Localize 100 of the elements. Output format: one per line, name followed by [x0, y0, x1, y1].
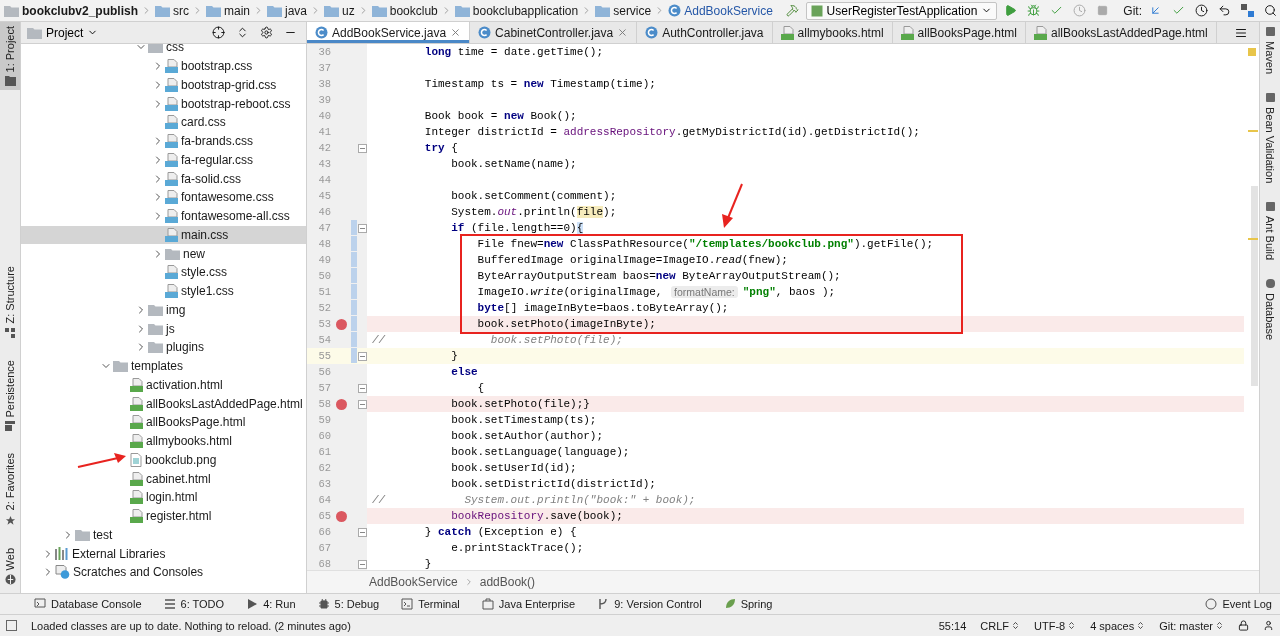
tree-item[interactable]: fontawesome-all.css [21, 206, 306, 226]
close-icon[interactable] [450, 27, 462, 38]
tool-window-tab[interactable]: Database [1264, 278, 1276, 341]
change-marker[interactable] [351, 268, 357, 283]
breadcrumb-item[interactable]: bookclub [371, 3, 438, 18]
tree-item[interactable]: allmybooks.html [21, 431, 306, 451]
tree-item[interactable]: Scratches and Consoles [21, 563, 306, 582]
tree-item[interactable]: new [21, 244, 306, 263]
breakpoint-icon[interactable] [335, 510, 347, 522]
change-marker[interactable] [351, 236, 357, 251]
tree-item[interactable]: login.html [21, 488, 306, 507]
tool-window-tab[interactable]: 1: Project [0, 22, 20, 91]
tree-item[interactable]: plugins [21, 338, 306, 357]
caret-position[interactable]: 55:14 [938, 619, 967, 632]
fold-icon[interactable] [357, 383, 367, 393]
change-marker[interactable] [351, 252, 357, 267]
tree-item[interactable]: fa-solid.css [21, 169, 306, 188]
tree-item[interactable]: fa-regular.css [21, 150, 306, 170]
tree-item[interactable]: bootstrap-grid.css [21, 75, 306, 95]
line-number: 44 [317, 174, 331, 186]
tool-window-button[interactable]: Spring [723, 598, 773, 610]
tree-item[interactable]: fontawesome.css [21, 188, 306, 207]
tree-item[interactable]: js [21, 319, 306, 338]
stylesheet-icon [165, 96, 178, 111]
line-number: 54 [317, 334, 331, 346]
fold-icon[interactable] [357, 143, 367, 153]
status-selector[interactable]: Git: master [1159, 619, 1224, 632]
code-breadcrumb[interactable]: addBook() [479, 575, 536, 589]
tree-item[interactable]: register.html [21, 506, 306, 526]
breakpoint-icon[interactable] [335, 398, 347, 410]
fold-icon[interactable] [357, 399, 367, 409]
change-marker[interactable] [351, 220, 357, 235]
tool-window-tab[interactable]: Persistence [0, 355, 20, 436]
change-marker[interactable] [351, 284, 357, 299]
tree-item[interactable]: bookclub.png [21, 450, 306, 470]
tool-window-tab[interactable]: Z: Structure [0, 262, 20, 342]
tree-item[interactable]: External Libraries [21, 544, 306, 563]
tree-item[interactable]: bootstrap-reboot.css [21, 94, 306, 113]
status-selector[interactable]: CRLF [980, 619, 1020, 632]
tree-item[interactable]: test [21, 525, 306, 545]
code-token: long [423, 46, 452, 58]
breakpoint-icon[interactable] [335, 318, 347, 330]
breadcrumb-item[interactable]: src [155, 3, 189, 18]
editor-tab[interactable]: AddBookService.java [307, 22, 471, 43]
stylesheet-icon [165, 209, 178, 224]
breadcrumb-item[interactable]: bookclubapplication [454, 3, 579, 18]
run-configuration-dropdown[interactable]: UserRegisterTestApplication [805, 1, 998, 20]
change-marker[interactable] [351, 348, 357, 363]
person-icon[interactable] [1263, 620, 1274, 631]
breadcrumb-item[interactable]: uz [324, 3, 355, 18]
project-view-dropdown[interactable]: Project [46, 25, 99, 40]
fold-icon[interactable] [357, 351, 367, 361]
fold-icon[interactable] [357, 527, 367, 537]
tool-window-button[interactable]: 4: Run [246, 598, 296, 610]
line-number: 62 [317, 462, 331, 474]
code-breadcrumb[interactable]: AddBookService [369, 575, 458, 589]
tree-item[interactable]: css [21, 44, 306, 57]
tool-window-tab[interactable]: Bean Validation [1264, 92, 1276, 184]
tool-window-tab[interactable]: 2: Favorites [0, 449, 20, 530]
close-icon[interactable] [617, 27, 629, 38]
tree-item[interactable]: cabinet.html [21, 469, 306, 488]
status-selector[interactable]: 4 spaces [1090, 619, 1146, 632]
breadcrumb-item[interactable]: bookclubv2_publish [4, 3, 138, 18]
tool-window-tab[interactable]: Maven [1264, 26, 1276, 75]
branch-icon [597, 598, 610, 610]
event-log-button[interactable]: Event Log [1205, 598, 1272, 610]
fold-icon[interactable] [357, 223, 367, 233]
status-selector[interactable]: UTF-8 [1034, 619, 1077, 632]
class-icon [478, 26, 492, 39]
breadcrumb-item[interactable]: service [595, 3, 652, 18]
breadcrumb-item[interactable]: AddBookService [668, 3, 773, 18]
tool-window-tab[interactable]: Web [0, 543, 20, 589]
tree-item[interactable]: style.css [21, 263, 306, 282]
tree-item[interactable]: fa-brands.css [21, 131, 306, 151]
tree-item[interactable]: img [21, 300, 306, 320]
breadcrumb-item[interactable]: java [267, 3, 308, 18]
window-icon[interactable] [6, 620, 17, 631]
tree-item[interactable]: activation.html [21, 375, 306, 395]
tree-item[interactable]: allBooksPage.html [21, 413, 306, 432]
tool-window-button[interactable]: 6: TODO [163, 598, 225, 610]
line-number: 49 [317, 254, 331, 266]
change-marker[interactable] [351, 332, 357, 347]
tool-window-tab[interactable]: Ant Build [1264, 201, 1276, 261]
fold-icon[interactable] [357, 559, 367, 569]
tree-item[interactable]: card.css [21, 113, 306, 132]
tool-window-button[interactable]: Java Enterprise [481, 598, 576, 610]
change-marker[interactable] [351, 300, 357, 315]
tool-window-button[interactable]: Terminal [401, 598, 460, 610]
tree-item[interactable]: bootstrap.css [21, 56, 306, 76]
tool-window-button[interactable]: 5: Debug [317, 598, 380, 610]
change-marker[interactable] [351, 316, 357, 331]
tree-item[interactable]: main.css [21, 225, 306, 245]
breadcrumb-item[interactable]: main [206, 3, 251, 18]
tool-window-button[interactable]: Database Console [34, 598, 142, 610]
tree-item[interactable]: allBooksLastAddedPage.html [21, 394, 306, 413]
tool-window-button[interactable]: 9: Version Control [597, 598, 702, 610]
lock-icon[interactable] [1238, 620, 1249, 631]
line-number: 68 [317, 558, 331, 570]
tree-item[interactable]: style1.css [21, 281, 306, 301]
tree-item[interactable]: templates [21, 356, 306, 376]
